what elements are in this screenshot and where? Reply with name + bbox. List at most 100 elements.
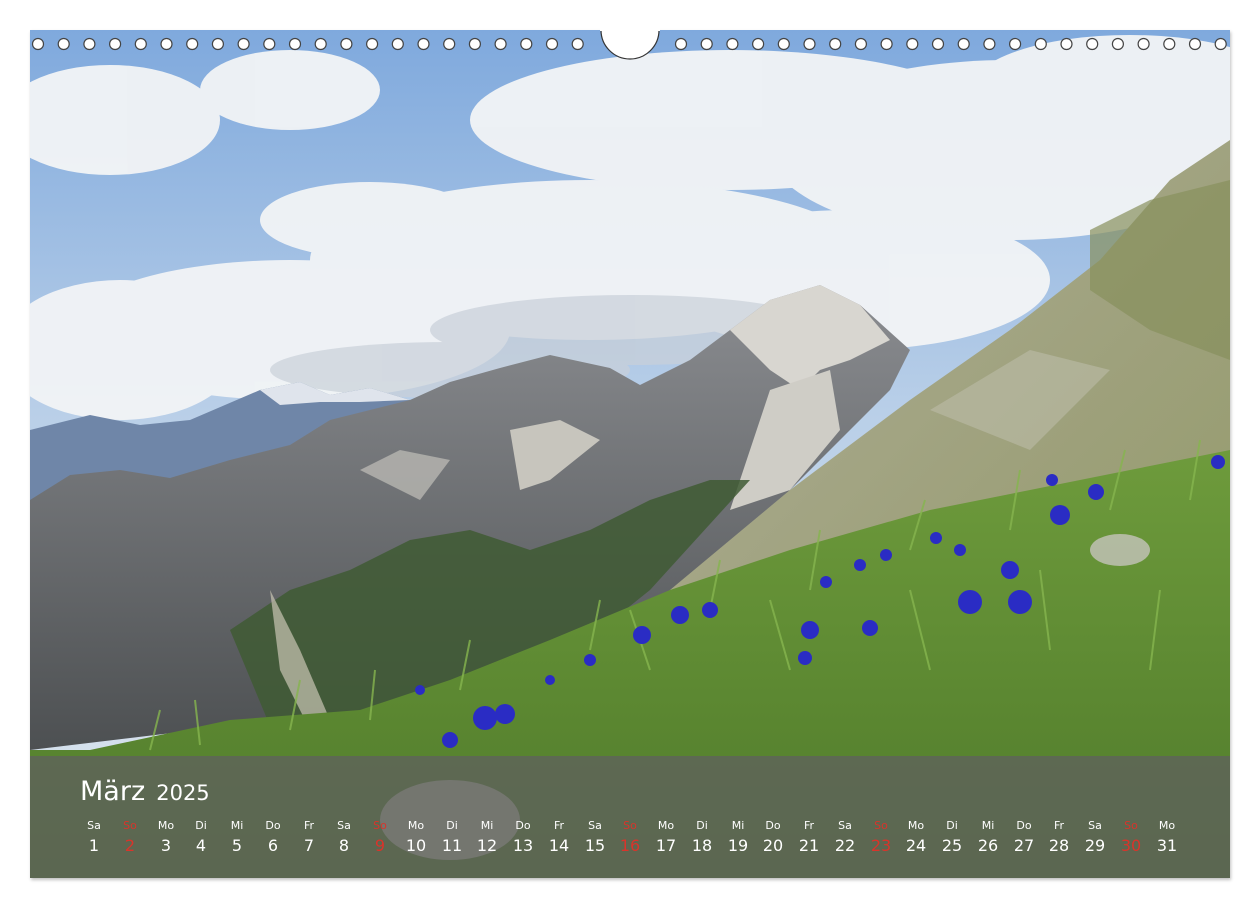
landscape-photo <box>30 30 1230 878</box>
calendar-day: Sa 29 <box>1077 818 1113 858</box>
day-number: 19 <box>727 836 749 855</box>
day-number: 1 <box>88 836 100 855</box>
day-number: 15 <box>584 836 606 855</box>
day-number: 8 <box>338 836 350 855</box>
day-number: 10 <box>405 836 427 855</box>
day-number: 20 <box>762 836 784 855</box>
day-number: 4 <box>195 836 207 855</box>
calendar-day: Do 6 <box>255 818 291 858</box>
day-number: 5 <box>231 836 243 855</box>
weekday-label: Sa <box>337 819 351 832</box>
calendar-day: So 30 <box>1113 818 1149 858</box>
day-number: 11 <box>441 836 463 855</box>
calendar-day: Mo 24 <box>898 818 934 858</box>
weekday-label: Fr <box>803 819 815 832</box>
day-number: 29 <box>1084 836 1106 855</box>
weekday-label: So <box>123 819 137 832</box>
weekday-label: Mi <box>981 819 995 832</box>
weekday-label: Mo <box>1158 819 1176 832</box>
weekday-label: So <box>874 819 888 832</box>
weekday-label: Do <box>765 819 781 832</box>
weekday-label: Sa <box>588 819 602 832</box>
weekday-label: Do <box>515 819 531 832</box>
calendar-page: März 2025 Sa 1 So 2 Mo 3 Di 4 Mi 5 Do 6 Fr 7 Sa 8 So 9 Mo 1… <box>0 0 1260 908</box>
day-number: 6 <box>267 836 279 855</box>
calendar-day: Fr 28 <box>1041 818 1077 858</box>
calendar-day: Di 25 <box>934 818 970 858</box>
weekday-label: Mo <box>657 819 675 832</box>
weekday-label: Do <box>265 819 281 832</box>
day-number: 28 <box>1048 836 1070 855</box>
weekday-label: So <box>1124 819 1138 832</box>
day-number: 14 <box>548 836 570 855</box>
calendar-day: Fr 14 <box>541 818 577 858</box>
calendar-day: Mo 31 <box>1149 818 1185 858</box>
weekday-label: Fr <box>303 819 315 832</box>
mountain-meadow-illustration <box>30 30 1230 878</box>
weekday-label: Fr <box>1053 819 1065 832</box>
day-number: 25 <box>941 836 963 855</box>
day-number: 2 <box>124 836 136 855</box>
calendar-day: Sa 15 <box>577 818 613 858</box>
calendar-day: So 23 <box>863 818 899 858</box>
calendar-day: Sa 22 <box>827 818 863 858</box>
weekday-label: Sa <box>87 819 101 832</box>
day-number: 23 <box>870 836 892 855</box>
calendar-day: Sa 8 <box>326 818 362 858</box>
calendar-day: Fr 7 <box>291 818 327 858</box>
calendar-day: Mi 5 <box>219 818 255 858</box>
calendar-day: Sa 1 <box>76 818 112 858</box>
day-number: 24 <box>905 836 927 855</box>
day-number: 22 <box>834 836 856 855</box>
calendar-day: Do 13 <box>505 818 541 858</box>
day-number: 13 <box>512 836 534 855</box>
day-number: 16 <box>619 836 641 855</box>
weekday-label: Mo <box>907 819 925 832</box>
year: 2025 <box>156 781 210 805</box>
weekday-label: Sa <box>838 819 852 832</box>
calendar-day: Mo 17 <box>648 818 684 858</box>
weekday-label: Di <box>195 819 207 832</box>
calendar-day: Mo 3 <box>148 818 184 858</box>
weekday-label: Mi <box>230 819 244 832</box>
calendar-day: So 2 <box>112 818 148 858</box>
day-number: 9 <box>374 836 386 855</box>
weekday-label: Fr <box>553 819 565 832</box>
calendar-day: Di 11 <box>434 818 470 858</box>
weekday-label: Do <box>1016 819 1032 832</box>
calendar-day: Do 20 <box>755 818 791 858</box>
weekday-label: Di <box>446 819 458 832</box>
day-number: 3 <box>160 836 172 855</box>
weekday-label: Di <box>946 819 958 832</box>
weekday-label: Mi <box>480 819 494 832</box>
weekday-label: Di <box>696 819 708 832</box>
calendar-day: Do 27 <box>1006 818 1042 858</box>
calendar-day: Di 18 <box>684 818 720 858</box>
day-number: 30 <box>1120 836 1142 855</box>
weekday-label: Mo <box>407 819 425 832</box>
calendar-band: März 2025 Sa 1 So 2 Mo 3 Di 4 Mi 5 Do 6 Fr 7 Sa 8 So 9 Mo 1… <box>30 756 1230 878</box>
weekday-label: So <box>373 819 387 832</box>
month-title: März 2025 <box>80 776 210 807</box>
day-number: 27 <box>1013 836 1035 855</box>
calendar-day: So 16 <box>612 818 648 858</box>
calendar-day: Mi 26 <box>970 818 1006 858</box>
weekday-label: So <box>623 819 637 832</box>
calendar-day: Mi 12 <box>469 818 505 858</box>
day-number: 12 <box>476 836 498 855</box>
month-name: März <box>80 776 146 807</box>
calendar-day: Di 4 <box>183 818 219 858</box>
day-number: 21 <box>798 836 820 855</box>
day-number: 26 <box>977 836 999 855</box>
weekday-label: Mi <box>731 819 745 832</box>
day-number: 31 <box>1156 836 1178 855</box>
day-number: 18 <box>691 836 713 855</box>
weekday-label: Sa <box>1088 819 1102 832</box>
day-number: 7 <box>303 836 315 855</box>
calendar-day: So 9 <box>362 818 398 858</box>
weekday-label: Mo <box>157 819 175 832</box>
calendar-day: Mo 10 <box>398 818 434 858</box>
day-number: 17 <box>655 836 677 855</box>
calendar-day: Mi 19 <box>720 818 756 858</box>
days-row: Sa 1 So 2 Mo 3 Di 4 Mi 5 Do 6 Fr 7 Sa 8 So 9 Mo 10 Di 11 Mi 12 D… <box>30 818 1230 878</box>
